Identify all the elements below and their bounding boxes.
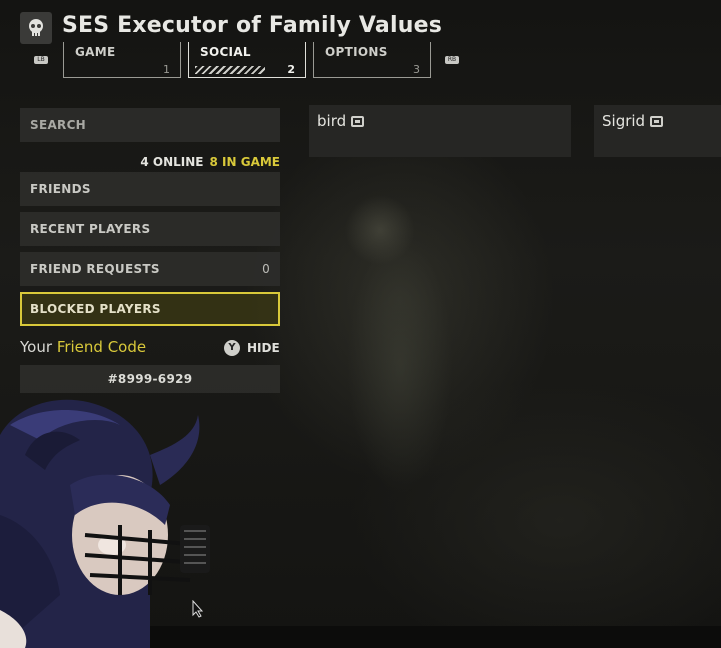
player-card-sigrid[interactable]: Sigrid [594, 105, 721, 157]
friend-code-value: #8999-6929 [20, 365, 280, 393]
player-card-bird[interactable]: bird [309, 105, 571, 157]
friend-code-heading: Your Friend Code [20, 338, 146, 356]
sidebar-item-recent-players[interactable]: RECENT PLAYERS [20, 212, 280, 246]
tab-number: 2 [287, 63, 295, 76]
player-name: bird [317, 112, 347, 130]
player-name: Sigrid [602, 112, 646, 130]
sidebar-item-label: RECENT PLAYERS [30, 222, 151, 236]
page-title: SES Executor of Family Values [62, 13, 442, 38]
hide-code-button[interactable]: Y HIDE [224, 340, 280, 356]
skull-icon [20, 12, 52, 44]
active-tab-stripes [195, 66, 265, 74]
player-name-wrap: bird [317, 112, 365, 130]
sidebar-item-label: FRIEND REQUESTS [30, 262, 160, 276]
friend-requests-count: 0 [262, 262, 270, 276]
pc-icon [351, 116, 365, 127]
tab-label: GAME [75, 45, 116, 59]
y-button-icon: Y [224, 340, 240, 356]
online-status: 4 ONLINE 8 IN GAME [140, 155, 280, 169]
tab-social[interactable]: SOCIAL 2 [188, 42, 306, 78]
tab-number: 3 [413, 63, 420, 76]
right-bumper-hint-icon[interactable]: RB [445, 56, 459, 64]
sidebar-item-label: FRIENDS [30, 182, 91, 196]
search-placeholder: SEARCH [30, 118, 87, 132]
left-bumper-hint-icon[interactable]: LB [34, 56, 48, 64]
online-count: 4 ONLINE [140, 155, 204, 169]
sidebar-item-label: BLOCKED PLAYERS [30, 302, 161, 316]
tab-game[interactable]: GAME 1 [63, 42, 181, 78]
player-name-wrap: Sigrid [602, 112, 664, 130]
sidebar-item-friend-requests[interactable]: FRIEND REQUESTS 0 [20, 252, 280, 286]
mouse-cursor-icon [192, 600, 204, 618]
tab-label: SOCIAL [200, 45, 251, 59]
pc-icon [650, 116, 664, 127]
in-game-count: 8 IN GAME [209, 155, 281, 169]
sidebar-item-blocked-players[interactable]: BLOCKED PLAYERS [20, 292, 280, 326]
tab-label: OPTIONS [325, 45, 388, 59]
background-figure-head [345, 195, 415, 265]
hide-label: HIDE [247, 341, 280, 355]
tab-options[interactable]: OPTIONS 3 [313, 42, 431, 78]
sidebar-item-friends[interactable]: FRIENDS [20, 172, 280, 206]
friend-code-prefix: Your [20, 338, 53, 356]
tab-number: 1 [163, 63, 170, 76]
search-input[interactable]: SEARCH [20, 108, 280, 142]
friend-code-accent: Friend Code [56, 338, 147, 356]
header: SES Executor of Family Values LB GAME 1 … [0, 0, 721, 95]
